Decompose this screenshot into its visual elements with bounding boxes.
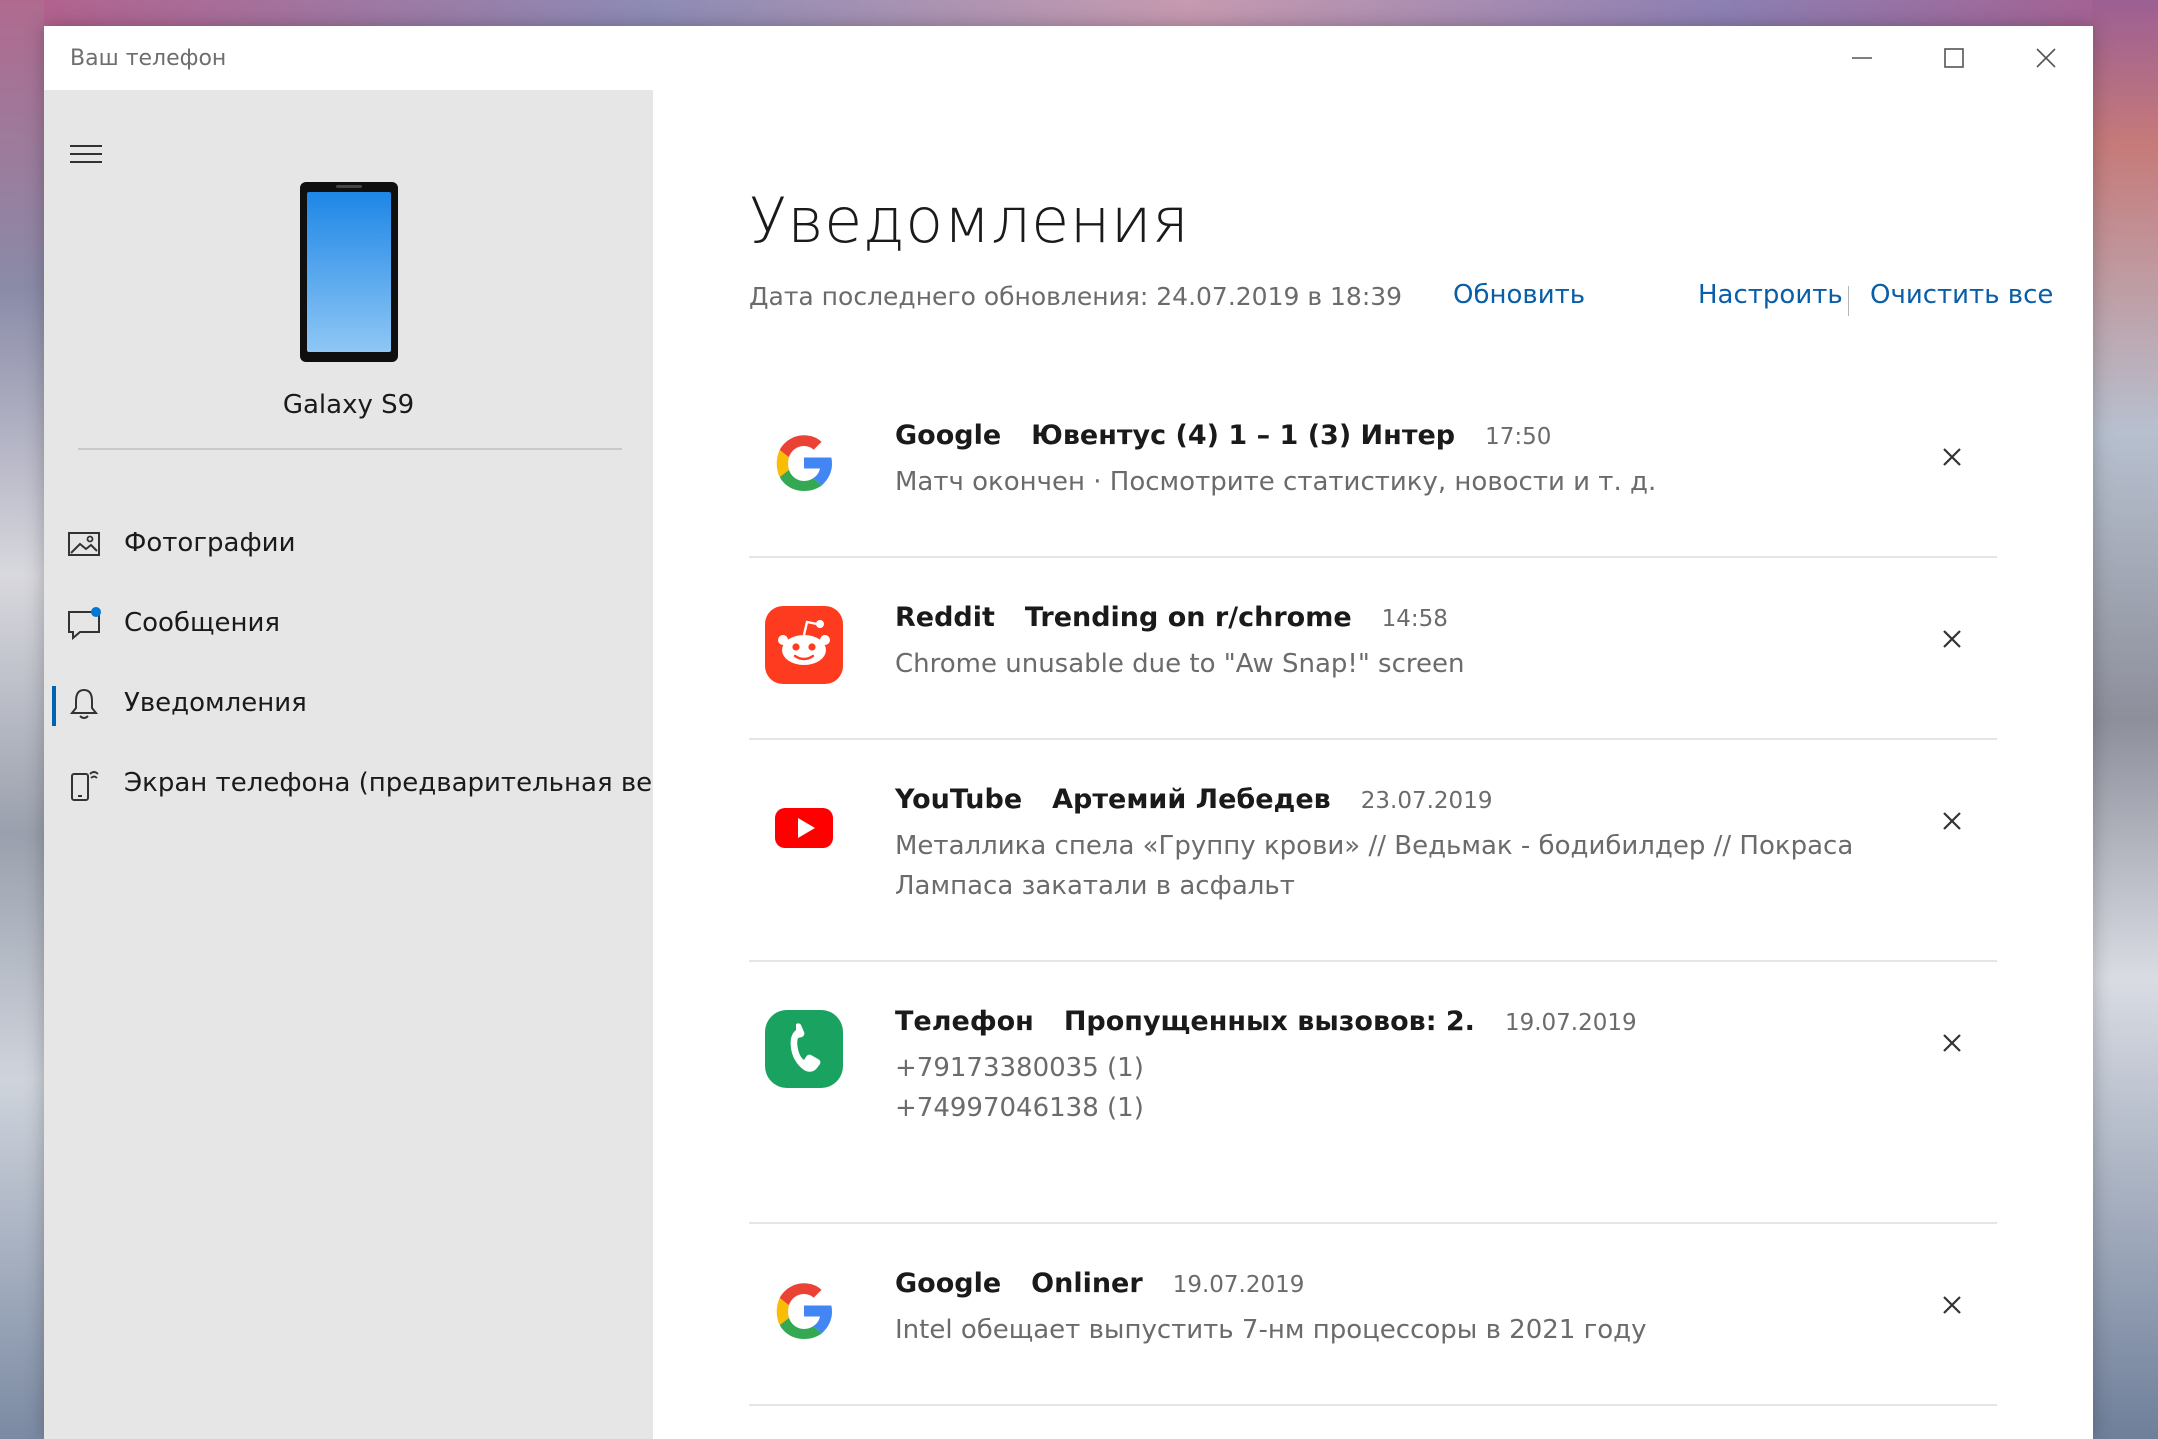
photos-icon — [68, 532, 100, 556]
maximize-button[interactable] — [1908, 26, 2000, 90]
sidebar-item-label: Экран телефона (предварительная версия) — [124, 768, 653, 798]
notification-time: 19.07.2019 — [1504, 1010, 1637, 1036]
desktop-wallpaper-top — [0, 0, 2158, 26]
notifications-page: Уведомления Дата последнего обновления: … — [653, 90, 2093, 1439]
maximize-icon — [1944, 48, 1964, 68]
close-window-button[interactable] — [2000, 26, 2092, 90]
notification-body: Intel обещает выпустить 7-нм процессоры … — [895, 1315, 1647, 1345]
notification-subject: Trending on r/chrome — [1024, 602, 1352, 633]
window-title: Ваш телефон — [70, 46, 227, 71]
notification-subject: Ювентус (4) 1 – 1 (3) Интер — [1031, 420, 1456, 451]
sidebar-divider — [78, 448, 622, 450]
notification-header: YouTube Артемий Лебедев 23.07.2019 — [895, 784, 1492, 815]
link-separator — [1848, 286, 1849, 316]
notification-body: Chrome unusable due to "Aw Snap!" screen — [895, 649, 1465, 679]
messages-icon — [68, 607, 101, 641]
notification-app: Телефон — [895, 1006, 1034, 1037]
missed-call-number: +74997046138 (1) — [895, 1093, 1144, 1123]
google-icon — [776, 1283, 832, 1339]
selection-indicator — [52, 686, 56, 726]
dismiss-notification-icon[interactable] — [1935, 804, 1969, 838]
app-window: Ваш телефон Galaxy S9 Фотографии Сообщен… — [44, 26, 2093, 1439]
sidebar-item-notifications[interactable]: Уведомления — [44, 668, 653, 740]
notification-header: Google Onliner 19.07.2019 — [895, 1268, 1304, 1299]
bell-icon — [69, 688, 99, 719]
desktop-wallpaper-left — [0, 0, 44, 1439]
desktop-wallpaper-right — [2092, 0, 2158, 1439]
minimize-icon — [1852, 57, 1872, 59]
notification-item[interactable]: Google Ювентус (4) 1 – 1 (3) Интер 17:50 М… — [749, 380, 1997, 558]
notification-item[interactable]: YouTube Артемий Лебедев 23.07.2019 Металли… — [749, 740, 1997, 962]
close-icon — [2036, 48, 2056, 68]
last-updated-text: Дата последнего обновления: 24.07.2019 в… — [749, 282, 1403, 311]
notification-item[interactable]: Google Onliner 19.07.2019 Intel обещает вы… — [749, 1224, 1997, 1406]
notification-time: 17:50 — [1485, 424, 1552, 450]
hamburger-menu-button[interactable] — [68, 140, 104, 168]
dismiss-notification-icon[interactable] — [1935, 622, 1969, 656]
dismiss-notification-icon[interactable] — [1935, 1026, 1969, 1060]
sidebar-item-label: Сообщения — [124, 608, 281, 638]
notification-time: 23.07.2019 — [1360, 788, 1493, 814]
notification-time: 14:58 — [1381, 606, 1448, 632]
hamburger-icon — [70, 145, 102, 163]
notification-subject: Пропущенных вызовов: 2. — [1063, 1006, 1475, 1037]
sidebar-item-photos[interactable]: Фотографии — [44, 508, 653, 580]
notification-app: YouTube — [895, 784, 1023, 815]
dismiss-notification-icon[interactable] — [1935, 1288, 1969, 1322]
title-bar[interactable]: Ваш телефон — [44, 26, 2093, 90]
notification-subject: Onliner — [1031, 1268, 1143, 1299]
sidebar: Galaxy S9 Фотографии Сообщения Уведомлен… — [44, 90, 653, 1439]
phone-app-icon — [765, 1010, 843, 1088]
sidebar-item-phone-screen[interactable]: Экран телефона (предварительная версия) — [44, 748, 653, 820]
notification-app: Google — [895, 1268, 1002, 1299]
notification-body: Металлика спела «Группу крови» // Ведьма… — [895, 831, 1854, 901]
sidebar-item-messages[interactable]: Сообщения — [44, 588, 653, 660]
notification-subject: Артемий Лебедев — [1052, 784, 1331, 815]
notification-item[interactable]: Reddit Trending on r/chrome 14:58 Chrome u… — [749, 558, 1997, 740]
notification-app: Reddit — [895, 602, 995, 633]
customize-link[interactable]: Настроить — [1698, 280, 1843, 310]
refresh-link[interactable]: Обновить — [1453, 280, 1585, 310]
page-title: Уведомления — [749, 184, 1190, 257]
notification-item[interactable]: Телефон Пропущенных вызовов: 2. 19.07.2019… — [749, 962, 1997, 1224]
notification-divider — [749, 1404, 1997, 1406]
dismiss-notification-icon[interactable] — [1935, 440, 1969, 474]
youtube-icon — [775, 808, 833, 848]
notification-time: 19.07.2019 — [1172, 1272, 1305, 1298]
phone-screen-icon — [71, 771, 99, 801]
notification-header: Телефон Пропущенных вызовов: 2. 19.07.2019 — [895, 1006, 1637, 1037]
phone-device-icon — [300, 182, 398, 362]
clear-all-link[interactable]: Очистить все — [1870, 280, 2053, 310]
sidebar-item-label: Уведомления — [124, 688, 307, 718]
notification-app: Google — [895, 420, 1002, 451]
sidebar-item-label: Фотографии — [124, 528, 296, 558]
google-icon — [776, 435, 832, 491]
notification-header: Reddit Trending on r/chrome 14:58 — [895, 602, 1448, 633]
reddit-icon — [765, 606, 843, 684]
notification-body: +79173380035 (1) +74997046138 (1) — [895, 1048, 1935, 1128]
device-name: Galaxy S9 — [282, 390, 415, 420]
minimize-button[interactable] — [1816, 26, 1908, 90]
notification-body: Матч окончен · Посмотрите статистику, но… — [895, 467, 1657, 497]
notification-header: Google Ювентус (4) 1 – 1 (3) Интер 17:50 — [895, 420, 1551, 451]
missed-call-number: +79173380035 (1) — [895, 1053, 1144, 1083]
